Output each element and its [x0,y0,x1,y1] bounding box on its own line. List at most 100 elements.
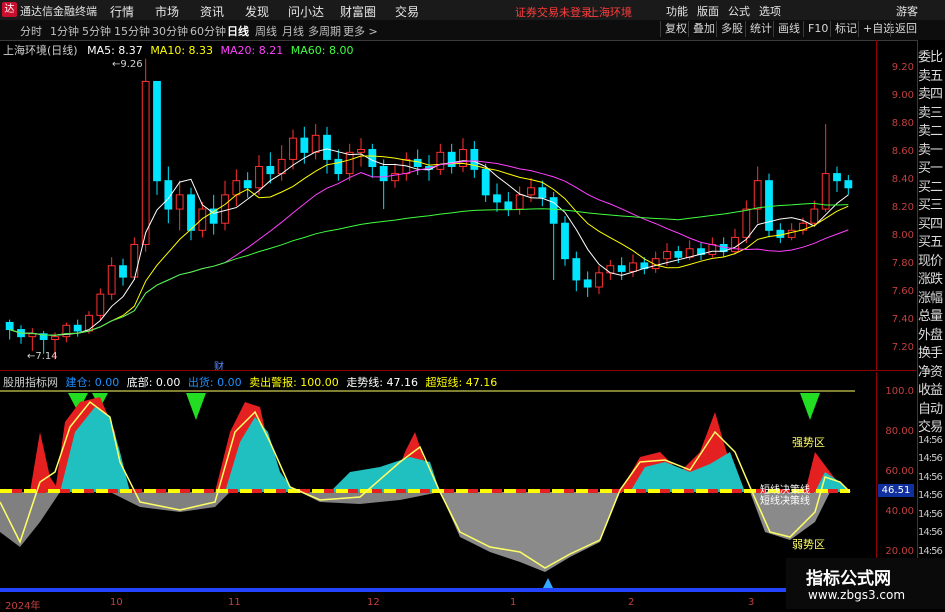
period-5min[interactable]: 5分钟 [82,23,111,39]
side-panel-label: 14:56 [918,453,943,464]
period-multi[interactable]: 多周期 [308,23,341,39]
period-daily[interactable]: 日线 [227,23,249,39]
site-watermark: 指标公式网 www.zbgs3.com [786,558,945,609]
menu-options[interactable]: 选项 [759,3,781,19]
period-intraday[interactable]: 分时 [20,23,42,39]
x-axis-label: 1 [510,597,517,608]
candle-body [572,258,581,281]
side-panel-label: 卖四 [918,87,943,102]
stats-button[interactable]: 统计 [745,21,776,37]
build-signal-marker [186,393,206,420]
f10-button[interactable]: F10 [803,21,832,37]
candle-body [107,265,116,295]
candle-body [28,333,37,338]
draw-line-button[interactable]: 画线 [773,21,804,37]
candle-body [515,194,524,210]
indicator-name[interactable]: 股朋指标网 [3,376,58,389]
user-guest[interactable]: 游客 [896,3,918,19]
side-panel-label: 买一 [918,161,943,176]
menu-quotes[interactable]: 行情 [110,3,134,20]
period-30min[interactable]: 30分钟 [152,23,188,39]
candle-body [731,236,739,253]
period-more[interactable]: 更多 > [343,23,378,39]
period-toolbar: 分时 1分钟 5分钟 15分钟 30分钟 60分钟 日线 周线 月线 多周期 更… [0,20,945,41]
candle-body [300,137,309,153]
candle-body [595,272,603,288]
candle-body [119,265,127,278]
back-button[interactable]: 返回 [890,21,921,37]
side-panel-label: 买四 [918,216,943,232]
high-price-value: 9.26 [120,59,143,70]
side-panel-label: 现价 [918,253,943,269]
x-axis-label: 10 [110,597,123,608]
candle-body [436,151,445,170]
price-tick: 7.60 [891,286,914,297]
indicator-tick: 60.00 [885,466,914,477]
overlay-button[interactable]: 叠加 [688,21,719,37]
period-60min[interactable]: 60分钟 [190,23,226,39]
menu-formula[interactable]: 公式 [728,3,750,19]
watermark-url: www.zbgs3.com [808,588,906,602]
menu-discover[interactable]: 发现 [245,3,269,20]
x-axis-label: 12 [367,597,380,608]
candle-body [583,279,592,288]
indicator-tick: 20.00 [885,546,914,557]
candle-body [674,251,683,258]
weak-zone-label: 弱势区 [792,538,825,551]
watermark-title: 指标公式网 [806,569,891,589]
adjust-button[interactable]: 复权 [660,21,691,37]
low-price-label: ←7.14 [27,351,58,362]
indicator-sell-alert: 卖出警报: 100.00 [249,376,339,389]
side-panel-label: 卖一 [918,142,943,158]
ma20-label: MA20: 8.21 [220,44,284,57]
side-panel-label: 买二 [918,179,943,195]
side-panel-label: 净资 [918,364,943,380]
period-weekly[interactable]: 周线 [255,23,277,39]
indicator-trend: 走势线: 47.16 [346,376,419,389]
indicator-chart[interactable] [0,372,876,609]
menu-news[interactable]: 资讯 [200,3,224,20]
side-panel-label: 自动 [918,401,943,417]
login-warning[interactable]: 证券交易未登录 [515,4,592,20]
app-logo-icon: 达 [2,2,17,17]
price-tick: 7.20 [891,342,914,353]
side-panel-label: 卖三 [918,105,943,121]
candle-body [413,158,422,168]
multi-stock-button[interactable]: 多股 [716,21,747,37]
side-panel-label: 14:56 [918,545,943,557]
candle-body [266,166,275,175]
side-panel-label: 换手 [918,346,943,361]
period-1min[interactable]: 1分钟 [50,23,79,39]
candle-body [73,324,82,332]
candle-body [708,243,717,255]
price-tick: 9.00 [891,90,914,101]
candle-body [153,80,161,182]
period-monthly[interactable]: 月线 [282,23,304,39]
menu-wealth[interactable]: 财富圈 [340,3,376,20]
price-tick: 9.20 [891,62,914,73]
menu-function[interactable]: 功能 [666,3,688,19]
side-panel-label: 卖五 [918,68,943,84]
menu-ask[interactable]: 问小达 [288,3,324,20]
high-price-label: ←9.26 [112,59,143,70]
indicator-sell: 出货: 0.00 [187,376,242,389]
candlestick-chart[interactable] [0,40,876,370]
candle-body [232,180,241,196]
stock-period-label: 上海环境(日线) [3,44,78,57]
candle-body [243,180,252,189]
menu-layout[interactable]: 版面 [697,3,719,19]
bottom-signal-marker [543,578,553,588]
x-axis-label: 2024年 [5,601,41,612]
mark-button[interactable]: 标记 [830,21,861,37]
title-bar: 达 通达信金融终端 行情 市场 资讯 发现 问小达 财富圈 交易 证券交易未登录… [0,0,945,21]
menu-trade[interactable]: 交易 [395,3,419,20]
indicator-info-line: 股朋指标网 建仓: 0.00 底部: 0.00 出货: 0.00 卖出警报: 1… [3,374,497,390]
price-tick: 8.00 [891,230,914,241]
candle-body [527,187,535,196]
menu-market[interactable]: 市场 [155,3,179,20]
period-15min[interactable]: 15分钟 [114,23,150,39]
candle-body [447,151,456,168]
weak-area [300,492,440,504]
side-panel-label: 交易 [918,420,943,435]
candle-body [368,148,377,168]
